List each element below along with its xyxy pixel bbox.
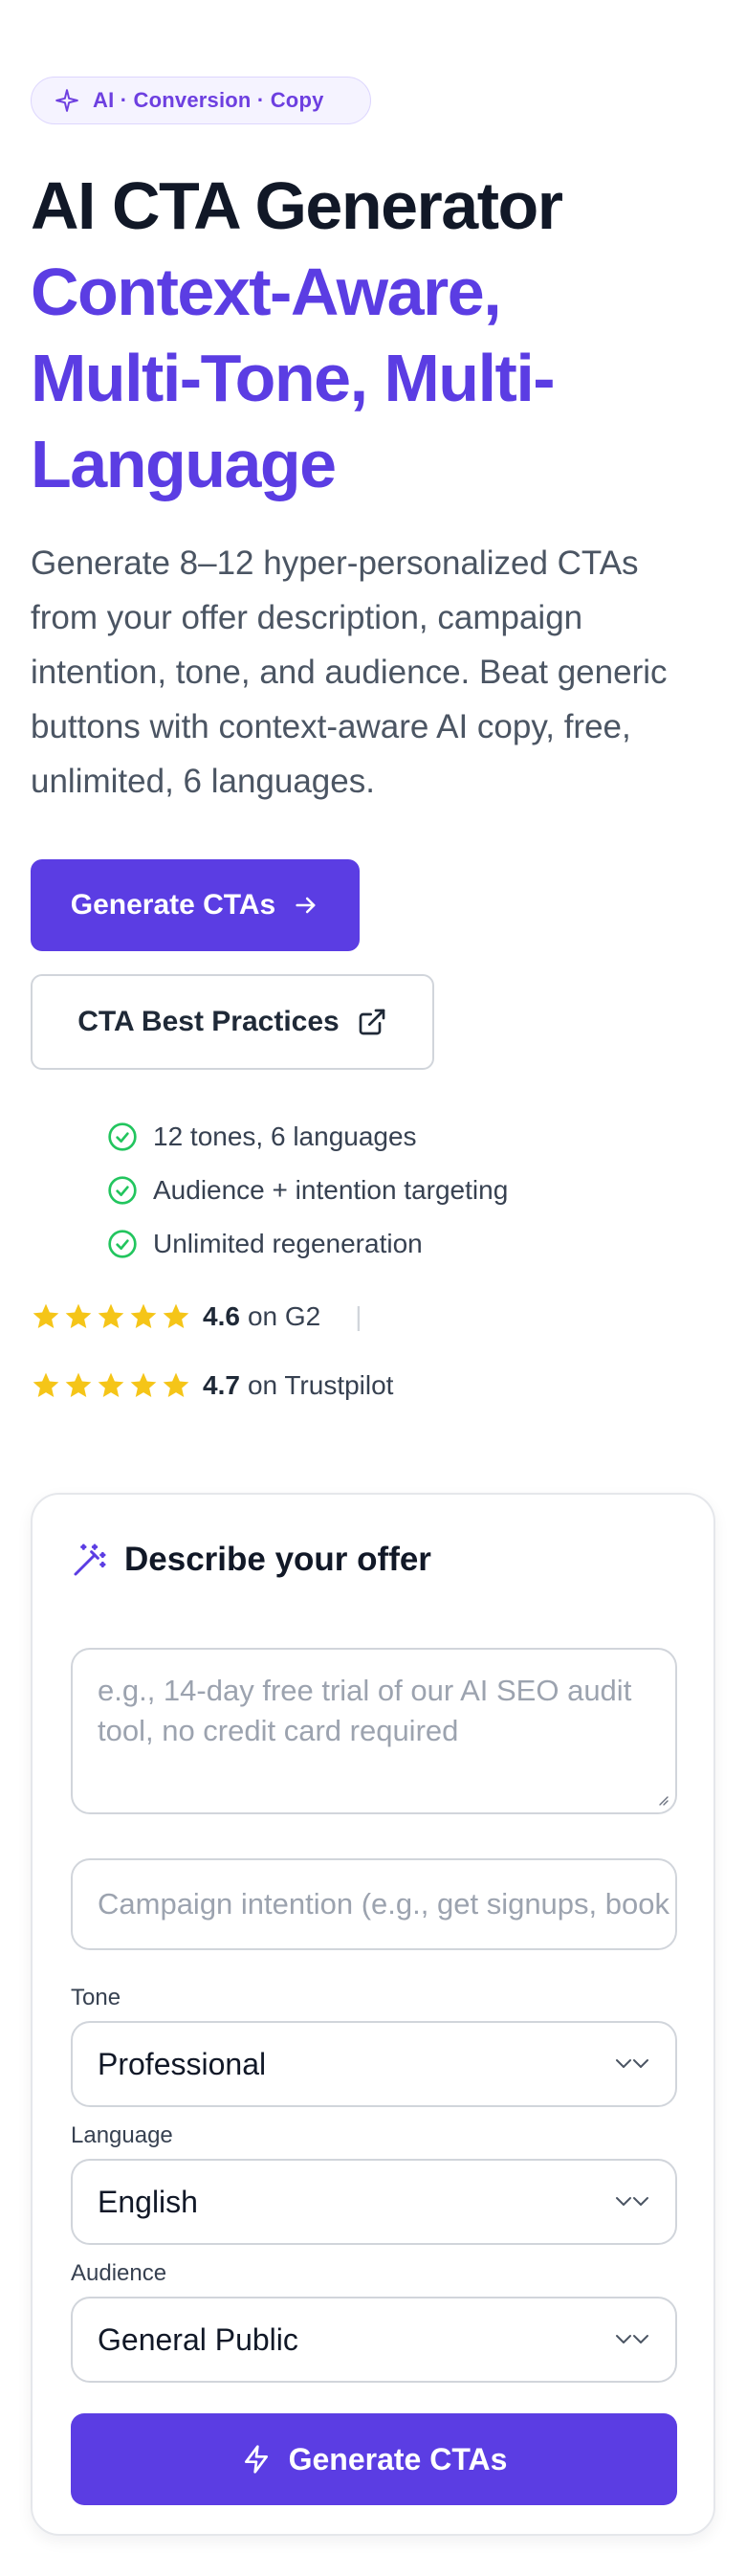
rating-trustpilot: 4.7 on Trustpilot [31, 1370, 393, 1401]
offer-form-card: Describe your offer e.g., 14-day free tr… [31, 1493, 715, 2536]
rating-score: 4.6 [203, 1301, 240, 1331]
hero-description: Generate 8–12 hyper-personalized CTAs fr… [31, 544, 668, 800]
star-icon [163, 1303, 189, 1328]
audience-label: Audience [71, 2260, 167, 2286]
tone-label: Tone [71, 1985, 121, 2010]
category-badge: AI · Conversion · Copy [31, 77, 371, 124]
title-line-1: AI CTA Generator [31, 168, 563, 243]
title-line-2: Context-Aware, [31, 255, 502, 329]
star-rating [31, 1370, 191, 1401]
submit-generate-button[interactable]: Generate CTAs [71, 2413, 677, 2505]
star-icon [33, 1372, 59, 1397]
tone-value: Professional [98, 2046, 267, 2081]
language-value: English [98, 2184, 198, 2219]
chevron-down-icon [616, 2197, 648, 2206]
star-icon [163, 1372, 189, 1397]
language-select[interactable]: English [71, 2159, 677, 2245]
star-icon [98, 1303, 124, 1328]
generate-ctas-button[interactable]: Generate CTAs [31, 859, 360, 951]
offer-description-placeholder: e.g., 14-day free trial of our AI SEO au… [98, 1674, 632, 1747]
arrow-right-icon [296, 897, 316, 914]
title-line-4: Language [31, 427, 337, 501]
audience-value: General Public [98, 2321, 298, 2357]
audience-select[interactable]: General Public [71, 2297, 677, 2383]
feature-text: Audience + intention targeting [153, 1175, 509, 1205]
star-icon [98, 1372, 124, 1397]
star-icon [130, 1372, 157, 1397]
magic-wand-icon [74, 1543, 106, 1576]
chevron-down-icon [616, 2335, 648, 2343]
badge-text: AI · Conversion · Copy [93, 88, 324, 112]
tone-select[interactable]: Professional [71, 2021, 677, 2107]
submit-generate-label: Generate CTAs [288, 2441, 508, 2476]
star-rating [31, 1301, 191, 1332]
campaign-intention-input[interactable]: Campaign intention (e.g., get signups, b… [71, 1858, 677, 1950]
star-icon [130, 1303, 157, 1328]
rating-source: on G2 [247, 1301, 321, 1331]
language-label: Language [71, 2122, 173, 2148]
title-line-3: Multi-Tone, Multi- [31, 341, 556, 415]
page-title: AI CTA Generator Context-Aware, Multi-To… [31, 163, 719, 507]
chevron-down-icon [616, 2059, 648, 2068]
star-icon [65, 1372, 92, 1397]
offer-description-input[interactable]: e.g., 14-day free trial of our AI SEO au… [71, 1648, 677, 1814]
feature-item: Audience + intention targeting [107, 1164, 508, 1217]
feature-text: Unlimited regeneration [153, 1229, 423, 1258]
feature-list: 12 tones, 6 languages Audience + intenti… [107, 1110, 508, 1271]
rating-separator: | [355, 1301, 362, 1331]
star-icon [33, 1303, 59, 1328]
rating-g2: 4.6 on G2 | [31, 1301, 362, 1332]
star-icon [65, 1303, 92, 1328]
check-circle-icon [108, 1122, 137, 1151]
rating-source: on Trustpilot [247, 1370, 394, 1400]
campaign-intention-placeholder: Campaign intention (e.g., get signups, b… [98, 1887, 675, 1921]
rating-score: 4.7 [203, 1370, 240, 1400]
check-circle-icon [108, 1230, 137, 1258]
external-link-icon [359, 1009, 385, 1035]
feature-item: 12 tones, 6 languages [107, 1110, 508, 1164]
generate-ctas-label: Generate CTAs [70, 889, 276, 921]
lightning-icon [244, 2445, 268, 2474]
form-title: Describe your offer [71, 1541, 431, 1579]
check-circle-icon [108, 1176, 137, 1205]
feature-text: 12 tones, 6 languages [153, 1121, 417, 1151]
resize-grip-icon[interactable] [654, 1791, 669, 1807]
cta-best-practices-label: CTA Best Practices [77, 1006, 340, 1037]
form-title-text: Describe your offer [124, 1541, 431, 1578]
page: AI · Conversion · Copy AI CTA Generator … [0, 0, 746, 2576]
feature-item: Unlimited regeneration [107, 1217, 508, 1271]
cta-best-practices-button[interactable]: CTA Best Practices [31, 974, 434, 1070]
sparkle-icon [55, 89, 78, 112]
